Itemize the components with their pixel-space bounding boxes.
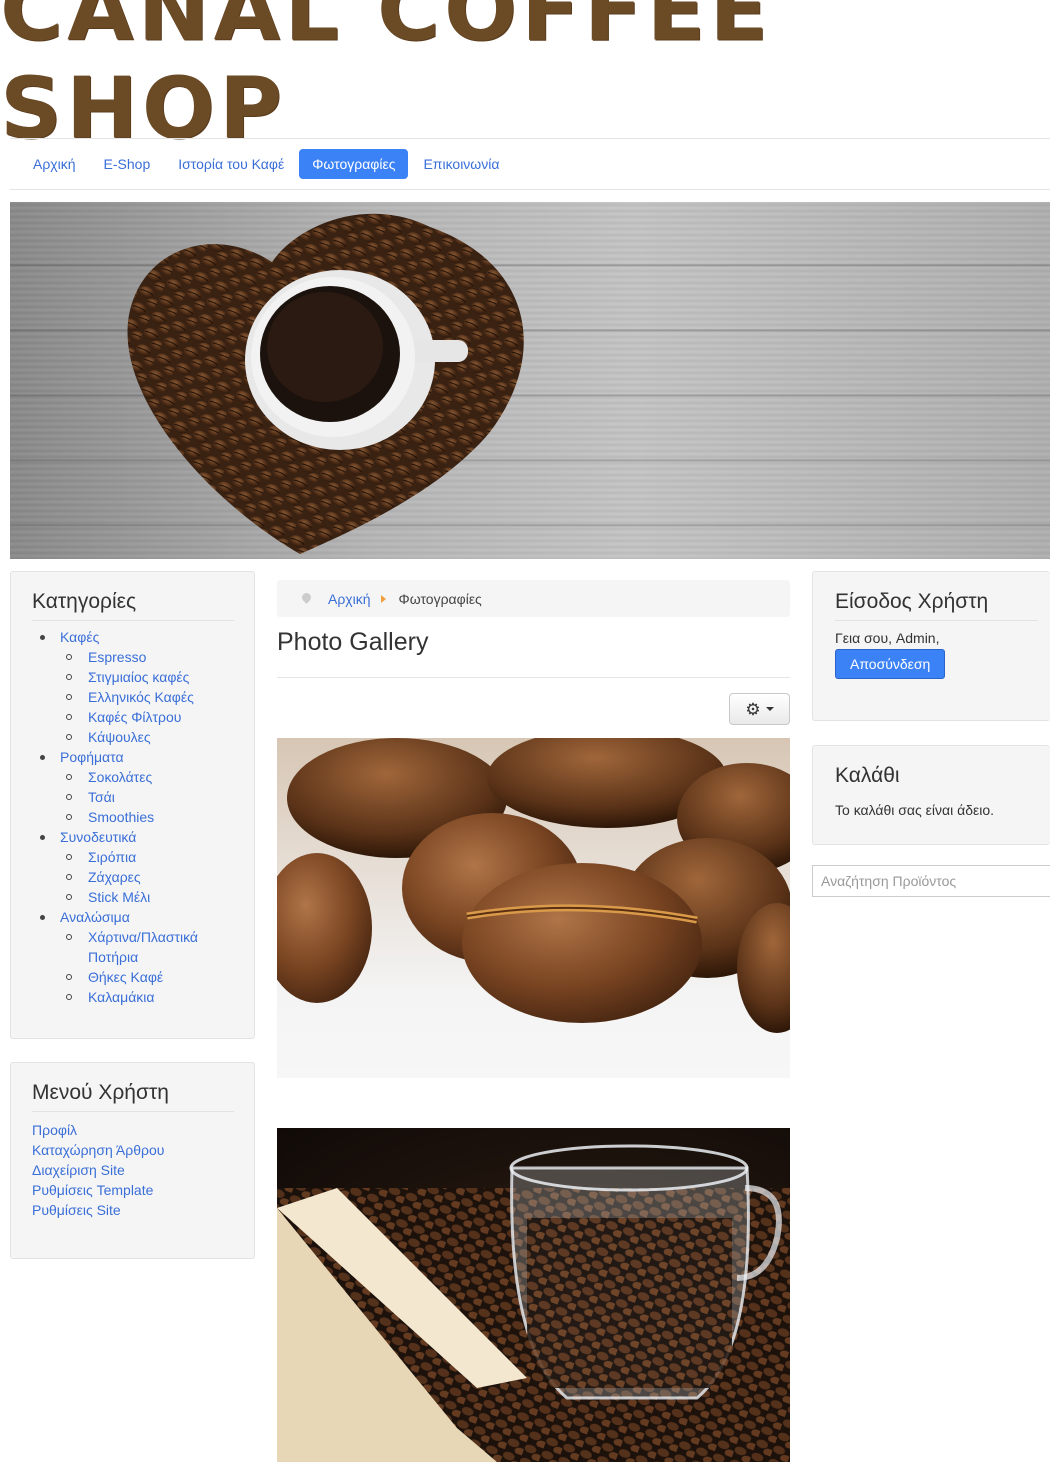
subcategory-link[interactable]: Stick Μέλι [88,889,150,905]
caret-down-icon [765,707,774,711]
hero-banner-image [10,202,1050,559]
greeting-text: Γεια σου, Admin, [835,630,940,646]
categories-list: Καφές Espresso Στιγμιαίος καφές Ελληνικό… [32,627,234,1007]
category-link-coffee[interactable]: Καφές [60,629,99,645]
categories-title: Κατηγορίες [32,590,234,621]
nav-item-photos[interactable]: Φωτογραφίες [299,149,409,179]
nav-item-eshop[interactable]: E-Shop [91,149,164,179]
coffee-beans-closeup-image [277,738,790,1033]
cart-panel: Καλάθι Το καλάθι σας είναι άδειο. [812,745,1050,845]
subcategory-link[interactable]: Σιρόπια [88,849,136,865]
user-menu-panel: Μενού Χρήστη Προφίλ Καταχώρηση Άρθρου Δι… [10,1062,255,1259]
category-link-extras[interactable]: Συνοδευτικά [60,829,136,845]
site-title-text: CANAL COFFEE SHOP [0,0,773,158]
subcategory-link[interactable]: Κάψουλες [88,729,151,745]
user-menu-template-settings[interactable]: Ρυθμίσεις Template [32,1182,153,1198]
subcategory-link[interactable]: Ζάχαρες [88,869,141,885]
subcategory-link[interactable]: Τσάι [88,789,115,805]
cart-empty-text: Το καλάθι σας είναι άδειο. [835,802,995,818]
user-menu-title: Μενού Χρήστη [32,1081,234,1112]
cart-title: Καλάθι [835,764,900,787]
user-login-panel: Είσοδος Χρήστη Γεια σου, Admin, Αποσύνδε… [812,571,1050,721]
user-menu-submit-article[interactable]: Καταχώρηση Άρθρου [32,1142,164,1158]
nav-item-coffee-history[interactable]: Ιστορία του Καφέ [165,149,297,179]
gallery-photo-coffee-cup[interactable] [277,1128,790,1462]
subcategory-link[interactable]: Θήκες Καφέ [88,969,163,985]
breadcrumb-separator-icon [380,594,386,603]
categories-panel: Κατηγορίες Καφές Espresso Στιγμιαίος καφ… [10,571,255,1039]
logout-button[interactable]: Αποσύνδεση [835,649,946,679]
product-search-input[interactable] [812,865,1050,897]
nav-item-home[interactable]: Αρχική [20,149,89,179]
subcategory-link[interactable]: Χάρτινα/Πλαστικά Ποτήρια [88,929,198,965]
title-divider [277,677,790,678]
login-title: Είσοδος Χρήστη [835,590,1038,621]
page-title: Photo Gallery [277,628,429,656]
subcategory-link[interactable]: Στιγμιαίος καφές [88,669,189,685]
category-item: Συνοδευτικά Σιρόπια Ζάχαρες Stick Μέλι [32,827,234,907]
subcategory-link[interactable]: Σοκολάτες [88,769,152,785]
subcategory-link[interactable]: Καφές Φίλτρου [88,709,181,725]
category-item: Αναλώσιμα Χάρτινα/Πλαστικά Ποτήρια Θήκες… [32,907,234,1007]
category-item: Ροφήματα Σοκολάτες Τσάι Smoothies [32,747,234,827]
subcategory-link[interactable]: Καλαμάκια [88,989,155,1005]
site-title: CANAL COFFEE SHOP [0,0,1050,158]
subcategory-link[interactable]: Espresso [88,649,146,665]
subcategory-link[interactable]: Ελληνικός Καφές [88,689,194,705]
glass-cup-with-beans-image [277,1144,790,1462]
location-pin-icon [302,593,311,605]
nav-item-contact[interactable]: Επικοινωνία [410,149,512,179]
main-navbar: Αρχική E-Shop Ιστορία του Καφέ Φωτογραφί… [10,138,1050,190]
gear-icon: ⚙ [745,699,761,719]
user-menu-list: Προφίλ Καταχώρηση Άρθρου Διαχείριση Site… [32,1120,234,1220]
gallery-photo-coffee-beans[interactable] [277,738,790,1078]
article-tools-button[interactable]: ⚙ [729,693,790,725]
category-link-consumables[interactable]: Αναλώσιμα [60,909,130,925]
user-menu-site-settings[interactable]: Ρυθμίσεις Site [32,1202,121,1218]
breadcrumb: Αρχική Φωτογραφίες [277,580,790,617]
breadcrumb-current: Φωτογραφίες [398,590,482,607]
category-item: Καφές Espresso Στιγμιαίος καφές Ελληνικό… [32,627,234,747]
user-menu-site-admin[interactable]: Διαχείριση Site [32,1162,125,1178]
coffee-heart-illustration [127,213,524,554]
breadcrumb-home-link[interactable]: Αρχική [328,591,371,607]
user-menu-profile[interactable]: Προφίλ [32,1122,77,1138]
category-link-drinks[interactable]: Ροφήματα [60,749,124,765]
subcategory-link[interactable]: Smoothies [88,809,154,825]
